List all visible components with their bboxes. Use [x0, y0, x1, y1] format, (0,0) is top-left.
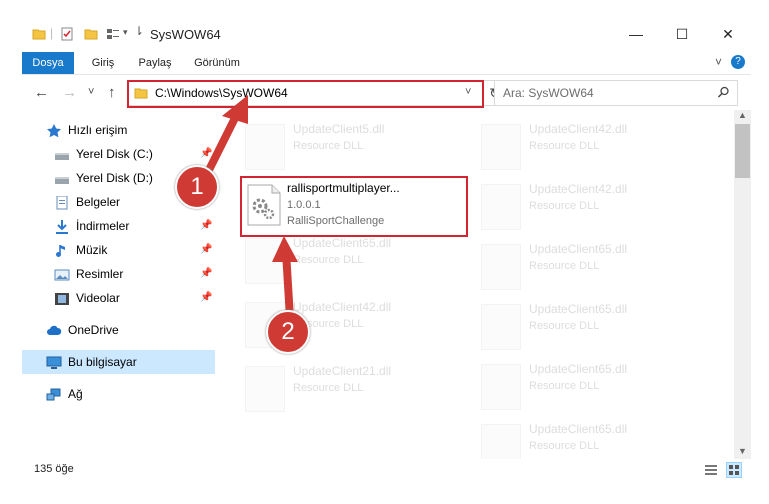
callout-badge-1: 1 — [175, 165, 219, 209]
arrow-2 — [272, 236, 298, 322]
callout-badge-2: 2 — [266, 310, 310, 354]
arrow-1 — [204, 95, 248, 176]
annotation-overlay — [204, 95, 298, 322]
